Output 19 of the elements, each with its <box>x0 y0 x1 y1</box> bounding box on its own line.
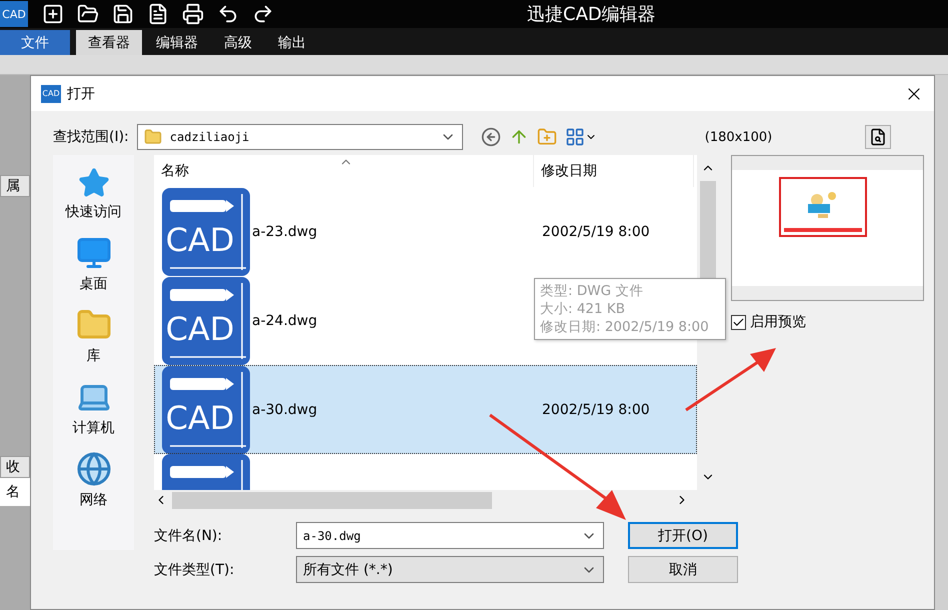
file-name: a-30.dwg <box>252 402 318 418</box>
app-logo: CAD <box>0 1 28 27</box>
preview-size: (180x100) <box>704 130 774 144</box>
file-name-label: 文件名(N): <box>154 526 224 544</box>
file-date: 2002/5/19 8:00 <box>541 224 650 240</box>
cad-file-icon: CAD <box>162 188 250 276</box>
look-in-label: 查找范围(I): <box>53 128 129 146</box>
app-title: 迅捷CAD编辑器 <box>527 3 656 26</box>
tooltip-line: 修改日期: 2002/5/19 8:00 <box>540 318 710 336</box>
file-date: 2002/5/19 8:00 <box>541 402 650 418</box>
tooltip-line: 大小: 421 KB <box>540 300 626 318</box>
file-name: a-23.dwg <box>252 224 318 240</box>
column-header: 名 <box>0 478 30 506</box>
tooltip-line: 类型: DWG 文件 <box>540 282 644 300</box>
cad-file-icon: CAD <box>162 276 250 364</box>
app-icon: CAD <box>41 84 61 102</box>
dialog-title: 打开 <box>67 84 96 102</box>
file-name: a-24.dwg <box>252 312 318 328</box>
file-type-label: 文件类型(T): <box>154 560 236 578</box>
